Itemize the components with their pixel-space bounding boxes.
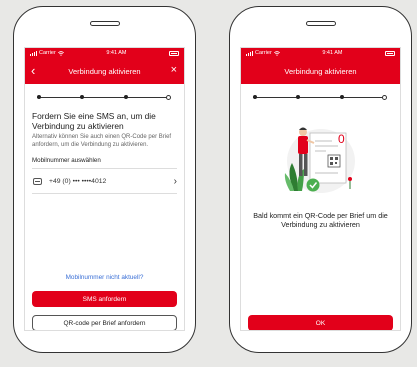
step-dot-pending xyxy=(166,95,171,100)
phone-frame-left: Carrier 9:41 AM ‹ Verbindung aktivieren … xyxy=(13,6,196,353)
status-time: 9:41 AM xyxy=(106,50,127,56)
close-icon[interactable]: × xyxy=(171,65,177,76)
letter-qr-illustration-icon: 0 xyxy=(284,127,355,193)
ok-button[interactable]: OK xyxy=(248,315,393,330)
progress-stepper xyxy=(37,91,172,105)
signal-icon xyxy=(246,51,253,56)
letter-illustration: 0 xyxy=(276,113,366,201)
carrier-label: Carrier xyxy=(39,50,56,56)
wifi-icon xyxy=(57,51,64,56)
phone-frame-right: Carrier 9:41 AM Verbindung aktivieren 0 … xyxy=(229,6,412,353)
step-dot-done xyxy=(37,95,41,99)
step-dot-done xyxy=(124,95,128,99)
chevron-left-icon[interactable]: ‹ xyxy=(31,64,35,77)
signal-icon xyxy=(30,51,37,56)
phone-speaker xyxy=(305,21,336,26)
phone-number: +49 (0) ••• ••••4012 xyxy=(49,177,107,185)
app-header: Carrier 9:41 AM ‹ Verbindung aktivieren … xyxy=(25,48,184,84)
wifi-icon xyxy=(273,51,280,56)
battery-icon xyxy=(169,51,179,56)
navbar: ‹ Verbindung aktivieren × xyxy=(25,59,184,84)
svg-text:0: 0 xyxy=(338,132,345,146)
screen-right: Carrier 9:41 AM Verbindung aktivieren 0 … xyxy=(240,47,401,331)
phone-speaker xyxy=(89,21,120,26)
section-label: Mobilnummer auswählen xyxy=(32,157,177,169)
status-time: 9:41 AM xyxy=(322,50,343,56)
step-dot-done xyxy=(253,95,257,99)
number-outdated-link[interactable]: Mobilnummer nicht aktuell? xyxy=(25,274,184,281)
progress-stepper xyxy=(253,91,388,105)
step-dot-done xyxy=(340,95,344,99)
step-dot-pending xyxy=(382,95,387,100)
carrier-label: Carrier xyxy=(255,50,272,56)
page-heading: Fordern Sie eine SMS an, um die Verbindu… xyxy=(32,111,156,131)
step-dot-done xyxy=(296,95,300,99)
page-description: Alternativ können Sie auch einen QR-Code… xyxy=(32,134,172,148)
request-qr-letter-button[interactable]: QR-code per Brief anfordern xyxy=(32,315,177,330)
confirmation-message: Bald kommt ein QR-Code per Brief um die … xyxy=(253,211,388,229)
navbar: Verbindung aktivieren xyxy=(241,59,400,84)
nav-title: Verbindung aktivieren xyxy=(68,67,141,76)
nav-title: Verbindung aktivieren xyxy=(284,67,357,76)
request-sms-button[interactable]: SMS anfordern xyxy=(32,291,177,307)
chevron-right-icon: › xyxy=(173,175,177,187)
battery-icon xyxy=(385,51,395,56)
step-dot-done xyxy=(80,95,84,99)
status-bar: Carrier 9:41 AM xyxy=(25,48,184,59)
content: Fordern Sie eine SMS an, um die Verbindu… xyxy=(25,111,184,194)
screen-left: Carrier 9:41 AM ‹ Verbindung aktivieren … xyxy=(24,47,185,331)
app-header: Carrier 9:41 AM Verbindung aktivieren xyxy=(241,48,400,84)
message-icon xyxy=(33,177,42,185)
status-bar: Carrier 9:41 AM xyxy=(241,48,400,59)
phone-number-row[interactable]: +49 (0) ••• ••••4012 › xyxy=(32,169,177,194)
